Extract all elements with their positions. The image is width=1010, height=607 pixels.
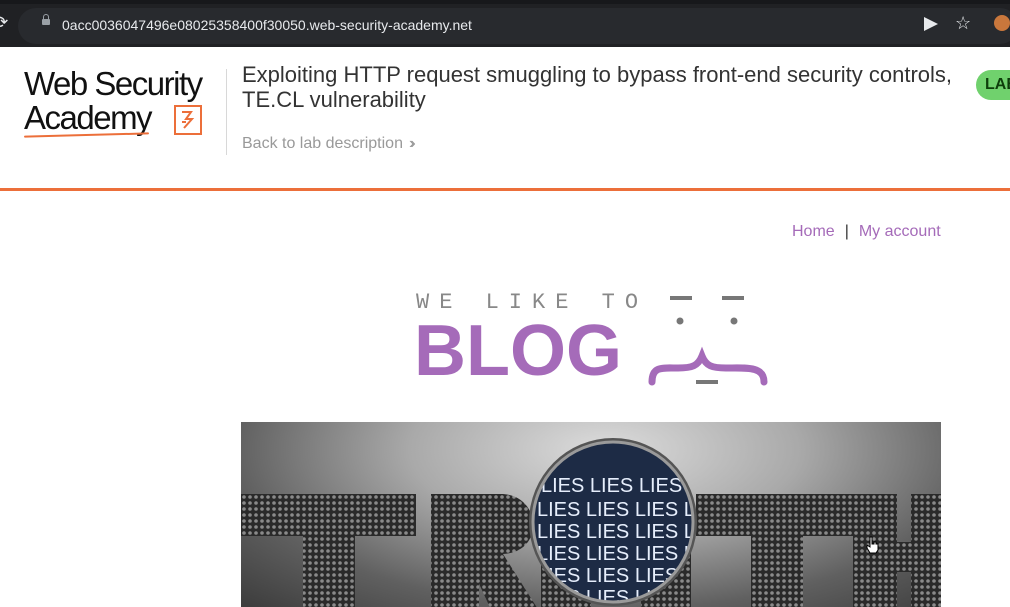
lab-status-badge: LAB xyxy=(976,70,1010,100)
blog-logo: WE LIKE TO BLOG xyxy=(414,290,774,390)
logo-line-1: Web Security xyxy=(24,65,203,102)
nav-my-account-link[interactable]: My account xyxy=(859,223,941,240)
url-text[interactable]: 0acc0036047496e08025358400f30050.web-sec… xyxy=(62,17,472,33)
logo-bolt-icon xyxy=(174,105,202,135)
hand-cursor-icon xyxy=(866,536,879,554)
svg-text:LIES LIES LIES LIES: LIES LIES LIES LIES xyxy=(537,543,727,565)
bookmark-star-icon[interactable]: ☆ xyxy=(955,13,971,33)
header-rule xyxy=(0,188,1010,191)
nav-home-link[interactable]: Home xyxy=(792,223,835,240)
blog-hero-image: LIES LIES LIES LIES LIES LIES LIES LIES … xyxy=(241,422,941,607)
nav-separator: | xyxy=(844,223,849,240)
truth-lies-illustration: LIES LIES LIES LIES LIES LIES LIES LIES … xyxy=(241,438,941,607)
header-divider xyxy=(226,69,227,155)
web-security-academy-logo[interactable]: Web Security Academy xyxy=(23,65,224,147)
lab-header: Web Security Academy Exploiting HTTP req… xyxy=(0,47,1010,188)
reload-icon[interactable]: ⟳ xyxy=(0,14,12,32)
lab-title: Exploiting HTTP request smuggling to byp… xyxy=(242,62,953,112)
logo-line-2: Academy xyxy=(24,99,153,136)
blog-nav: Home | My account xyxy=(792,223,941,241)
lock-icon[interactable] xyxy=(42,14,50,25)
svg-text:LIES LIES LIES LIES: LIES LIES LIES LIES xyxy=(537,565,727,587)
curly-brace-face-icon xyxy=(648,296,768,386)
back-link-label: Back to lab description xyxy=(242,135,403,152)
extension-icon[interactable] xyxy=(994,15,1010,31)
back-to-lab-description-link[interactable]: Back to lab description ›› xyxy=(242,135,415,153)
double-chevron-right-icon: ›› xyxy=(408,135,415,152)
blog-wordmark: BLOG xyxy=(414,311,622,391)
svg-text:LIES LIES LIES: LIES LIES LIES xyxy=(541,475,682,497)
send-icon[interactable] xyxy=(924,17,938,31)
tab-strip xyxy=(0,0,1010,4)
browser-toolbar: ⟳ 0acc0036047496e08025358400f30050.web-s… xyxy=(0,0,1010,47)
